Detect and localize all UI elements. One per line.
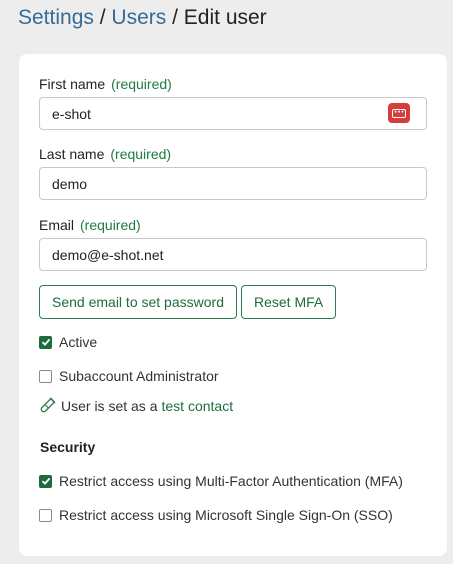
first-name-input[interactable] bbox=[39, 97, 427, 130]
breadcrumb-users-link[interactable]: Users bbox=[111, 6, 166, 29]
sso-label: Restrict access using Microsoft Single S… bbox=[59, 507, 393, 523]
breadcrumb: Settings / Users / Edit user bbox=[18, 6, 267, 30]
last-name-input[interactable] bbox=[39, 167, 427, 200]
password-manager-icon[interactable]: ··· bbox=[388, 103, 410, 123]
active-label: Active bbox=[59, 334, 98, 350]
checkmark-icon bbox=[41, 338, 50, 346]
email-input[interactable] bbox=[39, 238, 427, 271]
email-required: (required) bbox=[80, 217, 141, 233]
send-email-set-password-button[interactable]: Send email to set password bbox=[39, 285, 237, 319]
first-name-required: (required) bbox=[111, 76, 172, 92]
page-title: Edit user bbox=[183, 6, 267, 29]
subaccount-admin-label: Subaccount Administrator bbox=[59, 368, 219, 384]
active-checkbox[interactable] bbox=[39, 335, 52, 349]
checkmark-icon bbox=[41, 477, 50, 485]
test-contact-link[interactable]: test contact bbox=[161, 398, 233, 414]
subaccount-admin-checkbox[interactable] bbox=[39, 369, 52, 383]
breadcrumb-separator: / bbox=[99, 6, 106, 29]
test-tube-icon bbox=[40, 397, 56, 413]
sso-row[interactable]: Restrict access using Microsoft Single S… bbox=[39, 507, 393, 523]
sso-checkbox[interactable] bbox=[39, 508, 52, 522]
edit-user-card: First name (required) ··· Last name (requi… bbox=[19, 54, 447, 556]
last-name-label-text: Last name bbox=[39, 146, 105, 162]
first-name-label: First name (required) bbox=[39, 76, 172, 92]
email-label: Email (required) bbox=[39, 217, 141, 233]
email-label-text: Email bbox=[39, 217, 75, 233]
mfa-label: Restrict access using Multi-Factor Authe… bbox=[59, 473, 403, 489]
last-name-label: Last name (required) bbox=[39, 146, 171, 162]
active-row[interactable]: Active bbox=[39, 334, 97, 350]
breadcrumb-settings-link[interactable]: Settings bbox=[18, 6, 94, 29]
security-heading: Security bbox=[40, 439, 96, 455]
reset-mfa-button[interactable]: Reset MFA bbox=[241, 285, 336, 319]
mfa-checkbox[interactable] bbox=[39, 474, 52, 488]
test-contact-row: User is set as a test contact bbox=[39, 397, 233, 414]
last-name-required: (required) bbox=[110, 146, 172, 162]
breadcrumb-separator: / bbox=[172, 6, 178, 29]
test-contact-prefix: User is set as a bbox=[61, 397, 158, 414]
mfa-row[interactable]: Restrict access using Multi-Factor Authe… bbox=[39, 473, 403, 489]
subaccount-admin-row[interactable]: Subaccount Administrator bbox=[39, 368, 219, 384]
first-name-label-text: First name bbox=[39, 76, 106, 92]
